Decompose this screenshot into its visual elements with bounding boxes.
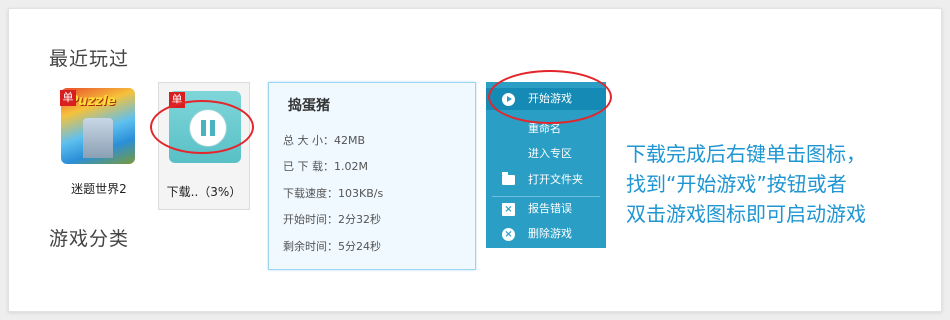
instruction-line: 找到“开始游戏”按钮或者: [626, 172, 847, 196]
instruction-line: 双击游戏图标即可启动游戏: [626, 202, 866, 226]
game-art-tower: [83, 118, 113, 158]
menu-item-open-folder[interactable]: 打开文件夹: [486, 169, 606, 191]
menu-item-report-error[interactable]: × 报告错误: [486, 198, 606, 220]
download-progress-label: 下载..（3%）: [166, 185, 242, 199]
instruction-text: 下载完成后右键单击图标， 找到“开始游戏”按钮或者 双击游戏图标即可启动游戏: [626, 139, 866, 229]
single-player-badge: 单: [60, 90, 76, 106]
menu-divider: [492, 196, 600, 197]
folder-icon: [502, 172, 515, 185]
download-speed-row: 下载速度：103KB/s: [283, 187, 384, 200]
start-time-row: 开始时间：2分32秒: [283, 213, 381, 226]
remaining-time-row: 剩余时间：5分24秒: [283, 240, 381, 253]
downloaded-row: 已 下 载：1.02M: [283, 160, 368, 173]
recent-played-heading: 最近玩过: [49, 48, 130, 70]
download-game-title: 捣蛋猪: [288, 98, 330, 114]
total-size-row: 总 大 小：42MB: [283, 134, 366, 147]
highlight-ring-game-icon: [150, 100, 254, 154]
game-name-label: 迷题世界2: [71, 182, 127, 196]
menu-item-label: 打开文件夹: [528, 173, 583, 186]
instruction-line: 下载完成后右键单击图标，: [626, 142, 866, 166]
menu-item-label: 删除游戏: [528, 227, 572, 240]
game-tile-puzzle-world[interactable]: Puzzle 单 迷题世界2: [58, 88, 140, 202]
highlight-ring-start-game: [488, 70, 612, 124]
game-logo-text: Puzzle: [69, 94, 116, 109]
report-icon: ×: [502, 203, 515, 216]
delete-icon: ×: [502, 228, 515, 241]
menu-item-label: 报告错误: [528, 202, 572, 215]
menu-item-delete-game[interactable]: × 删除游戏: [486, 223, 606, 245]
game-category-heading: 游戏分类: [49, 228, 130, 250]
download-info-card: 捣蛋猪 总 大 小：42MB 已 下 载：1.02M 下载速度：103KB/s …: [268, 82, 476, 270]
menu-item-enter-zone[interactable]: 进入专区: [486, 143, 606, 165]
menu-item-label: 进入专区: [528, 147, 572, 160]
